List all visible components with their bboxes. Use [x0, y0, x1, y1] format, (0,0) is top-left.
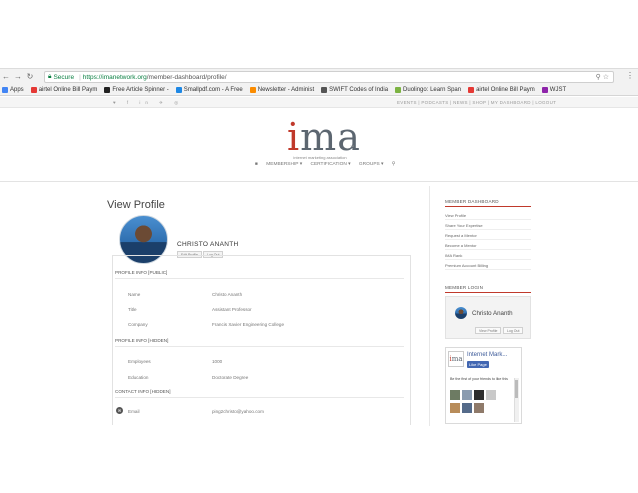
section-public-heading: PROFILE INFO [PUBLIC]: [115, 270, 168, 275]
section-divider: [115, 278, 404, 279]
field-label: Email: [128, 409, 140, 414]
field-value-employees: 1000: [212, 359, 223, 364]
login-logout-button[interactable]: Log Out: [503, 327, 524, 334]
browser-toolbar: ← → ↻ 🔒︎ Secure | https://imanetwork.org…: [0, 68, 638, 84]
field-value-title: Assistant Professor: [212, 307, 252, 312]
mailchimp-icon: [249, 86, 256, 93]
address-bar[interactable]: 🔒︎ Secure | https://imanetwork.org/membe…: [44, 71, 614, 83]
lock-icon: 🔒︎: [48, 73, 52, 80]
fb-scrollbar-thumb[interactable]: [515, 380, 518, 398]
fb-friends-text: Be the first of your friends to like thi…: [450, 377, 508, 381]
fb-page-logo[interactable]: ima: [448, 351, 464, 367]
airtel-icon: [30, 86, 37, 93]
header-divider: [0, 181, 638, 182]
bookmark-apps[interactable]: Apps: [2, 86, 24, 93]
fb-page-title[interactable]: Internet Mark...: [467, 352, 507, 358]
secure-label: Secure: [53, 73, 75, 81]
top-links[interactable]: EVENTS | PODCASTS | NEWS | SHOP | MY DAS…: [397, 100, 556, 105]
fb-friend-photo[interactable]: [474, 390, 484, 400]
sidebar-link-premium-billing[interactable]: Premium Account Billing: [445, 263, 488, 268]
profile-name: CHRISTO ANANTH: [177, 241, 239, 248]
sidebar-link-become-mentor[interactable]: Become a Mentor: [445, 243, 477, 248]
site-top-bar: ♥ f in ✈ ◎ EVENTS | PODCASTS | NEWS | SH…: [0, 97, 638, 108]
fb-like-button[interactable]: Like Page: [467, 361, 489, 368]
social-icons[interactable]: ♥ f in ✈ ◎: [113, 100, 183, 106]
field-label: Company: [128, 322, 148, 327]
login-name: Christo Ananth: [472, 310, 513, 317]
back-arrow-icon[interactable]: ←: [0, 72, 12, 81]
duolingo-icon: [395, 86, 402, 93]
fb-friend-photo[interactable]: [474, 403, 484, 413]
field-label: Title: [128, 307, 137, 312]
bank-icon: [321, 86, 328, 93]
sidebar-divider: [429, 186, 430, 426]
field-value-name: Christo Ananth: [212, 292, 243, 297]
field-label: Education: [128, 375, 149, 380]
apps-grid-icon: [2, 86, 8, 93]
sidebar-link-request-mentor[interactable]: Request a Mentor: [445, 233, 477, 238]
browser-screenshot: ← → ↻ 🔒︎ Secure | https://imanetwork.org…: [0, 0, 638, 493]
sidebar-link-view-profile[interactable]: View Profile: [445, 213, 466, 218]
nav-membership[interactable]: MEMBERSHIP ▾: [266, 162, 302, 167]
field-value-company: Francis Xavier Engineering College: [212, 322, 285, 327]
login-avatar: [455, 307, 467, 319]
sidebar-link-ima-rank[interactable]: IMA Rank: [445, 253, 462, 258]
home-icon[interactable]: ■: [255, 162, 258, 167]
t-icon: [104, 86, 111, 93]
bookmark-smallpdf[interactable]: Smallpdf.com - A Free: [175, 86, 243, 93]
bookmark-newsletter[interactable]: Newsletter - Administ: [249, 86, 314, 93]
url-host: https://imanetwork.org: [82, 73, 147, 81]
forward-arrow-icon[interactable]: →: [12, 72, 24, 81]
browser-menu-icon[interactable]: ⋮: [626, 71, 634, 80]
bookmark-article-spinner[interactable]: Free Article Spinner -: [104, 86, 169, 93]
smallpdf-icon: [175, 86, 182, 93]
bookmarks-bar: Apps airtel Online Bill Paym Free Articl…: [0, 84, 638, 96]
email-icon: ✉: [116, 407, 123, 414]
heading-underline: [445, 206, 531, 207]
bookmark-airtel[interactable]: airtel Online Bill Paym: [30, 86, 97, 93]
bookmark-wjst[interactable]: WJST: [541, 86, 566, 93]
folder-icon: [541, 86, 548, 93]
bookmark-duolingo[interactable]: Duolingo: Learn Span: [395, 86, 461, 93]
fb-friend-photo[interactable]: [450, 390, 460, 400]
section-hidden-heading: PROFILE INFO [HIDDEN]: [115, 338, 169, 343]
fb-friend-photo[interactable]: [450, 403, 460, 413]
field-label: Employees: [128, 359, 151, 364]
main-nav: ■ MEMBERSHIP ▾ CERTIFICATION ▾ GROUPS ▾ …: [255, 162, 402, 167]
search-icon[interactable]: ⚲: [392, 162, 396, 167]
field-label: Name: [128, 292, 141, 297]
logo-tagline: internet marketing association: [293, 155, 347, 160]
section-divider: [115, 397, 404, 398]
view-profile-button[interactable]: View Profile: [475, 327, 502, 334]
logo-trademark: ™: [350, 144, 354, 149]
field-value-education: Doctorate Degree: [212, 375, 249, 380]
member-login-heading: MEMBER LOGIN: [445, 285, 484, 290]
star-icon[interactable]: ☆: [603, 74, 609, 81]
bookmark-airtel-2[interactable]: airtel Online Bill Paym: [468, 86, 535, 93]
ima-logo[interactable]: ima: [287, 118, 361, 156]
reload-icon[interactable]: ↻: [24, 72, 36, 81]
zoom-icon[interactable]: ⚲: [596, 74, 601, 81]
nav-certification[interactable]: CERTIFICATION ▾: [311, 162, 351, 167]
field-value-email: ping2christo@yahoo.com: [212, 409, 264, 414]
section-contact-heading: CONTACT INFO [HIDDEN]: [115, 389, 171, 394]
heading-underline: [445, 292, 531, 293]
sidebar-link-share-expertise[interactable]: Share Your Expertise: [445, 223, 483, 228]
airtel-icon: [468, 86, 475, 93]
url-path: /member-dashboard/profile/: [146, 73, 227, 81]
member-dashboard-heading: MEMBER DASHBOARD: [445, 199, 499, 204]
nav-groups[interactable]: GROUPS ▾: [359, 162, 384, 167]
page-title: View Profile: [107, 199, 165, 211]
bookmark-swift-codes[interactable]: SWIFT Codes of India: [321, 86, 388, 93]
section-divider: [115, 346, 404, 347]
fb-friend-photo[interactable]: [486, 390, 496, 400]
fb-friend-photo[interactable]: [462, 403, 472, 413]
fb-friend-photo[interactable]: [462, 390, 472, 400]
